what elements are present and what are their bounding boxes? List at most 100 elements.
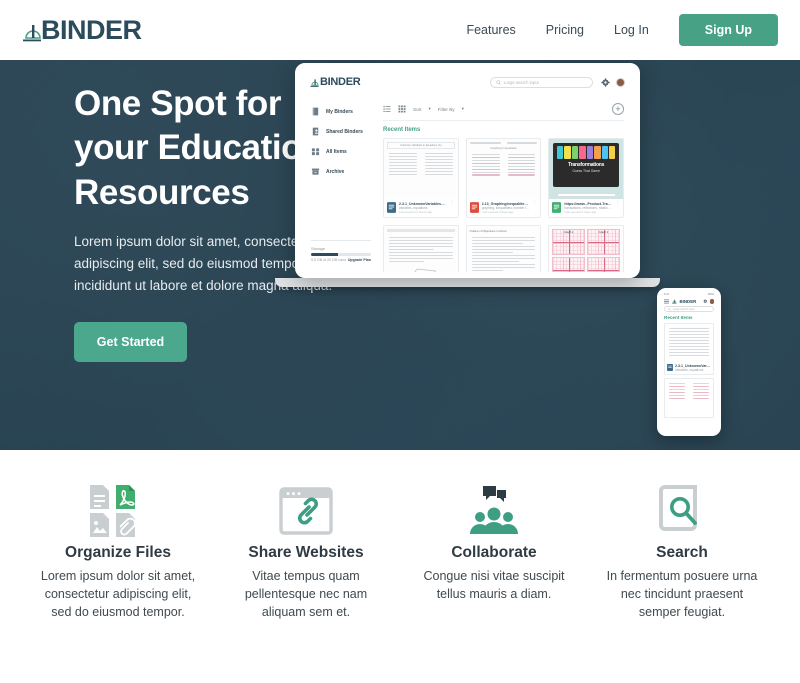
list-view-icon[interactable] — [383, 105, 391, 113]
sidebar-item-shared-binders[interactable]: Shared Binders — [311, 127, 379, 136]
feature-title: Collaborate — [451, 544, 537, 561]
graph-label: Graph 1 — [564, 230, 574, 234]
nav-link-login[interactable]: Log In — [614, 23, 649, 37]
storage-label: Storage — [311, 246, 326, 251]
hero-title-line-1: One Spot for — [74, 84, 282, 123]
item-thumbnail: Graph 1 Graph 2 Graph 3 Graph 4 — [549, 226, 623, 272]
binder-logo-icon — [23, 24, 41, 41]
document-search-icon — [659, 485, 697, 531]
laptop-base — [275, 278, 660, 287]
item-thumbnail: Unknown Variables in Equations (A) — [384, 139, 458, 199]
item-menu-icon[interactable]: ⋮ — [532, 201, 537, 206]
browser-link-icon — [279, 487, 333, 535]
chevron-down-icon: ▾ — [428, 106, 431, 111]
laptop-mockup: BINDER Large search input My Binders Sha… — [275, 63, 660, 287]
poster-title: Transformations — [568, 161, 605, 168]
sort-dropdown[interactable]: Sort — [413, 107, 421, 112]
feature-icon-wrap — [38, 480, 198, 542]
logo-text: BINDER — [41, 14, 142, 45]
search-icon — [496, 79, 501, 85]
recent-items-title: Recent Items — [383, 127, 421, 133]
item-thumbnail: Transformations Guess That Game — [549, 139, 623, 199]
phone-item-card[interactable]: 2.3.1_UnknownVariables.doc variables, eq… — [664, 323, 714, 375]
storage-progress-bar — [311, 253, 371, 256]
phone-logo-text: BINDER — [679, 299, 697, 304]
phone-section-title: Recent Items — [664, 315, 693, 320]
binder-logo-icon — [310, 79, 319, 87]
phone-search-input[interactable]: Large search input — [664, 306, 714, 312]
thumb-title: Outline of Objectives in Action — [469, 229, 507, 233]
poster-footer — [556, 193, 616, 198]
thumb-title: Unknown Variables in Equations (A) — [387, 142, 455, 149]
sidebar-label: Shared Binders — [326, 128, 363, 135]
main-nav: Features Pricing Log In Sign Up — [466, 14, 778, 46]
upgrade-plan-link[interactable]: Upgrade Plan — [348, 258, 371, 262]
feature-title: Organize Files — [65, 544, 171, 561]
item-card[interactable]: 3.2_QuadrilateralProofs.doc proofs, geom… — [383, 225, 459, 272]
app-header: BINDER Large search input — [301, 69, 634, 93]
gear-icon[interactable] — [703, 299, 708, 304]
file-types-icon — [90, 485, 136, 537]
binder-logo-icon — [672, 299, 677, 304]
sidebar-item-archive[interactable]: Archive — [311, 167, 379, 176]
sidebar-item-all-items[interactable]: All Items — [311, 147, 379, 156]
laptop-screen: BINDER Large search input My Binders Sha… — [295, 63, 640, 278]
app-main-content: Sort ▾ Filter By ▾ + Recent Items Unknow… — [379, 93, 634, 272]
phone-item-tags: variables, equations — [675, 368, 704, 372]
pdf-file-icon — [469, 202, 479, 213]
app-logo: BINDER — [310, 76, 361, 88]
logo[interactable]: BINDER — [22, 14, 142, 45]
item-card[interactable]: Transformations Guess That Game https://… — [548, 138, 624, 218]
feature-icon-wrap — [602, 480, 762, 542]
item-thumbnail — [384, 226, 458, 272]
avatar[interactable] — [616, 77, 625, 87]
add-item-button[interactable]: + — [612, 103, 624, 115]
phone-status-time: 9:41 — [664, 293, 670, 296]
app-search-input[interactable]: Large search input — [490, 76, 593, 88]
item-card[interactable]: Unknown Variables in Equations (A) 2.3.1… — [383, 138, 459, 218]
item-card[interactable]: Graphing Inequalities 2.13_GraphingInequ… — [465, 138, 542, 218]
sign-up-button[interactable]: Sign Up — [678, 14, 778, 46]
item-menu-icon[interactable]: ⋮ — [615, 201, 620, 206]
feature-share-websites: Share Websites Vitae tempus quam pellent… — [212, 480, 400, 683]
nav-link-pricing[interactable]: Pricing — [546, 23, 584, 37]
site-header: BINDER Features Pricing Log In Sign Up — [0, 0, 800, 60]
item-date: Last opened 2 hours ago — [399, 210, 433, 214]
features-section: Organize Files Lorem ipsum dolor sit ame… — [0, 450, 800, 683]
shared-binder-icon — [312, 127, 319, 136]
thumb-title: Graphing Inequalities — [490, 145, 517, 150]
poster-subtitle: Guess That Game — [572, 168, 600, 173]
item-card[interactable]: Outline of Objectives in Action — [465, 225, 542, 272]
storage-progress-fill — [311, 253, 338, 256]
feature-search: Search In fermentum posuere urna nec tin… — [588, 480, 776, 683]
gear-icon[interactable] — [601, 77, 610, 87]
sidebar-label: Archive — [326, 168, 345, 175]
link-file-icon — [552, 202, 562, 213]
item-card[interactable]: Graph 1 Graph 2 Graph 3 Graph 4 — [548, 225, 624, 272]
storage-used-text: 9.5 GB of 20 GB used — [311, 258, 347, 262]
sidebar-item-my-binders[interactable]: My Binders — [311, 107, 379, 116]
shape-diagram-icon — [413, 268, 436, 272]
avatar[interactable] — [709, 299, 714, 304]
get-started-button[interactable]: Get Started — [74, 322, 187, 363]
item-menu-icon[interactable]: ⋮ — [450, 201, 455, 206]
feature-icon-wrap — [226, 480, 386, 542]
sidebar-label: All Items — [326, 148, 347, 155]
item-thumbnail: Graphing Inequalities — [466, 139, 541, 199]
app-search-placeholder: Large search input — [504, 79, 539, 85]
feature-collaborate: Collaborate Congue nisi vitae suscipit t… — [400, 480, 588, 683]
feature-title: Share Websites — [248, 544, 364, 561]
filter-dropdown[interactable]: Filter By — [438, 107, 455, 112]
nav-link-features[interactable]: Features — [466, 23, 515, 37]
chevron-down-icon: ▾ — [461, 106, 464, 111]
hamburger-icon[interactable] — [664, 299, 669, 304]
phone-mockup: 9:41 100% BINDER Large search input Rece… — [657, 288, 721, 436]
app-toolbar: Sort ▾ Filter By ▾ + — [383, 103, 624, 121]
app-sidebar: My Binders Shared Binders All Items Arch… — [301, 93, 379, 272]
grid-view-icon[interactable] — [398, 105, 406, 113]
phone-item-card[interactable] — [664, 378, 714, 418]
sidebar-label: My Binders — [326, 108, 353, 115]
feature-description: In fermentum posuere urna nec tincidunt … — [606, 569, 758, 619]
item-date: Last opened 6 days ago — [564, 210, 597, 214]
graph-label: Graph 2 — [598, 230, 609, 234]
